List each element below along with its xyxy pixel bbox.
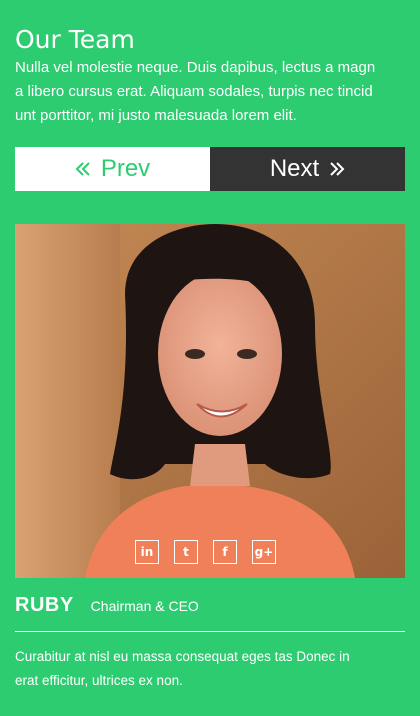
bio-line: erat efficitur, ultrices ex non. bbox=[15, 673, 183, 688]
section-intro: Nulla vel molestie neque. Duis dapibus, … bbox=[15, 56, 405, 128]
prev-button[interactable]: Prev bbox=[15, 147, 210, 191]
intro-line: Nulla vel molestie neque. Duis dapibus, … bbox=[15, 59, 376, 76]
double-chevron-left-icon bbox=[75, 162, 90, 176]
twitter-icon[interactable]: t bbox=[174, 540, 198, 564]
member-photo bbox=[15, 224, 405, 578]
member-role: Chairman & CEO bbox=[90, 598, 199, 614]
member-name: RUBY bbox=[15, 594, 74, 616]
prev-label: Prev bbox=[100, 155, 151, 182]
intro-line: unt porttitor, mi justo malesuada lorem … bbox=[15, 107, 297, 124]
double-chevron-right-icon bbox=[330, 162, 345, 176]
linkedin-icon[interactable]: in bbox=[135, 540, 159, 564]
intro-line: a libero cursus erat. Aliquam sodales, t… bbox=[15, 83, 373, 100]
divider bbox=[15, 631, 405, 632]
bio-line: Curabitur at nisl eu massa consequat ege… bbox=[15, 649, 350, 664]
google-plus-icon[interactable]: g+ bbox=[252, 540, 276, 564]
portrait-image bbox=[15, 224, 405, 578]
section-title: Our Team bbox=[15, 25, 135, 54]
facebook-icon[interactable]: f bbox=[213, 540, 237, 564]
member-bio: Curabitur at nisl eu massa consequat ege… bbox=[15, 645, 405, 693]
social-links: in t f g+ bbox=[135, 540, 276, 564]
next-button[interactable]: Next bbox=[210, 147, 405, 191]
member-header: RUBY Chairman & CEO bbox=[15, 594, 199, 617]
next-label: Next bbox=[269, 155, 320, 182]
carousel-nav: Prev Next bbox=[15, 147, 405, 191]
